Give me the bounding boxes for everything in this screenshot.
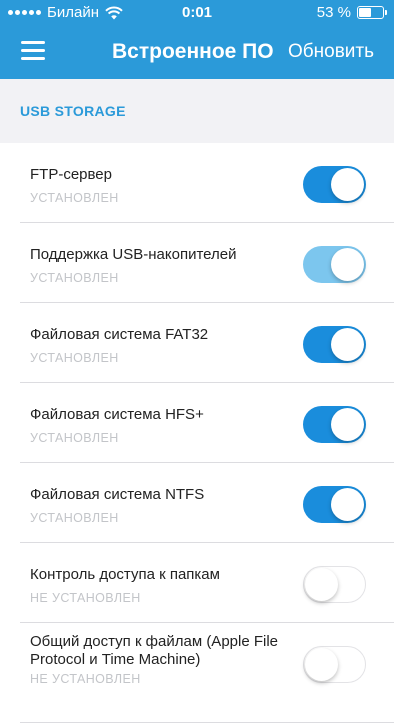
component-status: УСТАНОВЛЕН — [30, 351, 119, 365]
navigation-header: Билайн 0:01 53 % Встроенное ПО Обновить — [0, 0, 394, 79]
folder-access-control-toggle[interactable] — [303, 566, 366, 603]
section-header: USB STORAGE — [0, 79, 394, 143]
battery-icon — [357, 6, 387, 19]
status-bar-right: 53 % — [316, 4, 387, 21]
component-status: НЕ УСТАНОВЛЕН — [30, 672, 141, 686]
status-bar: Билайн 0:01 53 % — [0, 0, 394, 26]
list-item-ftp-server: FTP-сервер УСТАНОВЛЕН — [0, 143, 394, 223]
component-name: Общий доступ к файлам (Apple File Protoc… — [30, 633, 279, 668]
component-status: УСТАНОВЛЕН — [30, 191, 119, 205]
hfs-toggle[interactable] — [303, 406, 366, 443]
component-name: FTP-сервер — [30, 166, 112, 183]
battery-percent: 53 % — [316, 4, 351, 21]
ntfs-toggle[interactable] — [303, 486, 366, 523]
component-status: УСТАНОВЛЕН — [30, 271, 119, 285]
component-status: УСТАНОВЛЕН — [30, 511, 119, 525]
usb-storage-toggle[interactable] — [303, 246, 366, 283]
component-name: Файловая система HFS+ — [30, 406, 204, 423]
list-item-fat32: Файловая система FAT32 УСТАНОВЛЕН — [0, 303, 394, 383]
component-name: Контроль доступа к папкам — [30, 566, 220, 583]
toggle-knob — [305, 647, 338, 681]
refresh-button[interactable]: Обновить — [288, 41, 374, 63]
toggle-knob — [331, 248, 364, 281]
component-status: НЕ УСТАНОВЛЕН — [30, 591, 141, 605]
page-title: Встроенное ПО — [112, 40, 274, 63]
component-status: УСТАНОВЛЕН — [30, 431, 119, 445]
toggle-knob — [331, 168, 364, 201]
toggle-knob — [331, 408, 364, 441]
component-name: Файловая система NTFS — [30, 486, 205, 503]
list-item-usb-storage: Поддержка USB-накопителей УСТАНОВЛЕН — [0, 223, 394, 303]
list-item-ntfs: Файловая система NTFS УСТАНОВЛЕН — [0, 463, 394, 543]
components-list: FTP-сервер УСТАНОВЛЕН Поддержка USB-нако… — [0, 143, 394, 723]
list-item-apple-file-sharing: Общий доступ к файлам (Apple File Protoc… — [0, 623, 394, 723]
toggle-knob — [305, 567, 338, 601]
toggle-knob — [331, 328, 364, 361]
toggle-knob — [331, 488, 364, 521]
fat32-toggle[interactable] — [303, 326, 366, 363]
section-label: USB STORAGE — [20, 103, 126, 119]
component-name: Файловая система FAT32 — [30, 326, 209, 343]
list-item-folder-access-control: Контроль доступа к папкам НЕ УСТАНОВЛЕН — [0, 543, 394, 623]
component-name: Поддержка USB-накопителей — [30, 246, 237, 263]
list-item-hfs: Файловая система HFS+ УСТАНОВЛЕН — [0, 383, 394, 463]
hamburger-menu-icon[interactable] — [21, 41, 45, 60]
ftp-server-toggle[interactable] — [303, 166, 366, 203]
apple-file-sharing-toggle[interactable] — [303, 646, 366, 683]
battery-fill — [359, 8, 371, 17]
